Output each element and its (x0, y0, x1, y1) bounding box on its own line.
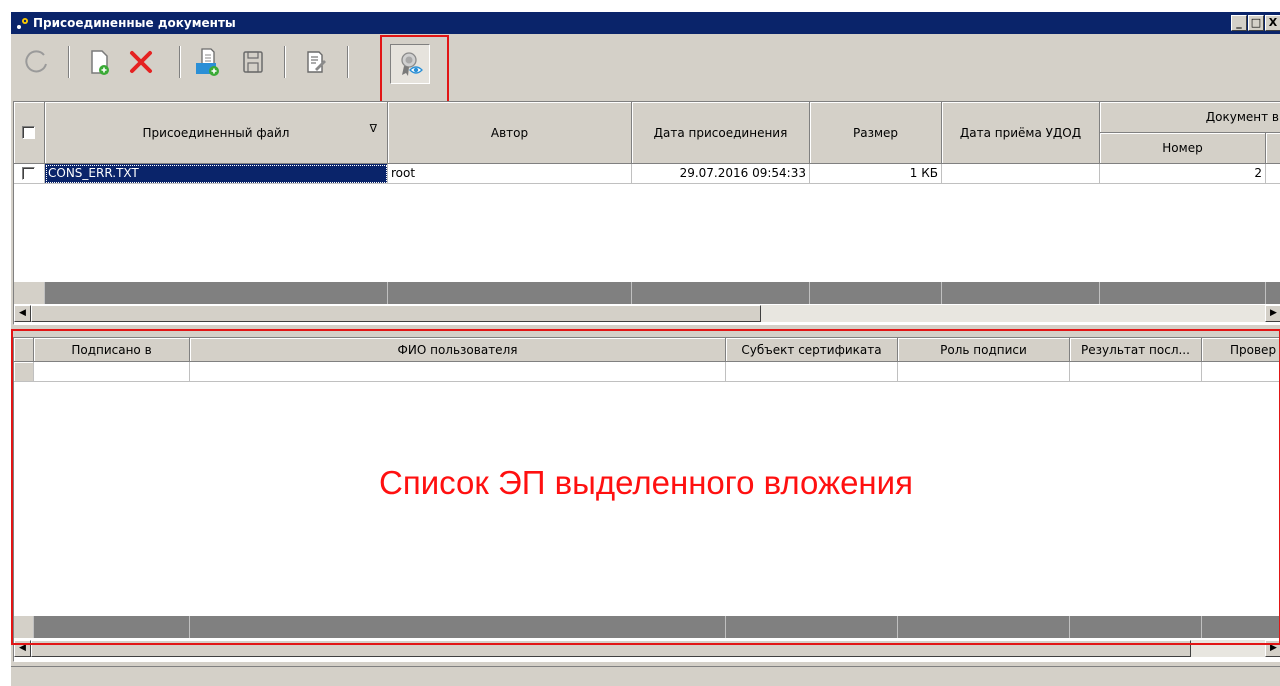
column-label-number: Номер (1162, 141, 1203, 155)
attach-document-icon (196, 48, 219, 76)
column-label-udod-date: Дата приёма УДОД (959, 125, 1082, 140)
app-icon (15, 15, 31, 31)
cell-extra[interactable] (1266, 164, 1280, 184)
column-label-author: Автор (490, 125, 529, 140)
footer-cell (14, 282, 45, 304)
toolbar-separator (284, 46, 286, 78)
column-header-size[interactable]: Размер (810, 102, 942, 164)
column-header-udod-date[interactable]: Дата приёма УДОД (942, 102, 1100, 164)
window-title: Присоединенные документы (33, 16, 236, 30)
edit-button[interactable] (299, 46, 331, 78)
select-all-checkbox[interactable] (22, 126, 35, 139)
close-button[interactable]: X (1265, 15, 1280, 31)
select-all-header[interactable] (14, 102, 45, 164)
footer-cell (388, 282, 632, 304)
toolbar-separator (347, 46, 349, 78)
attached-documents-window: Присоединенные документы _ □ X Присоедин… (10, 11, 1280, 686)
row-checkbox[interactable] (22, 167, 35, 180)
add-document-button[interactable] (83, 46, 115, 78)
footer-cell (942, 282, 1100, 304)
attach-button[interactable] (191, 46, 223, 78)
column-label-size: Размер (852, 125, 899, 140)
column-header-cut[interactable] (1266, 133, 1280, 164)
column-label-attached-date: Дата присоединения (653, 125, 788, 140)
save-icon (243, 51, 263, 73)
annotation-caption: Список ЭП выделенного вложения (379, 464, 913, 501)
column-label-file: Присоединенный файл (142, 125, 290, 140)
scroll-thumb[interactable] (31, 305, 761, 322)
column-header-author[interactable]: Автор (388, 102, 632, 164)
cell-file[interactable]: CONS_ERR.TXT (45, 164, 388, 184)
title-bar[interactable]: Присоединенные документы _ □ X (11, 12, 1280, 34)
edit-document-icon (307, 51, 326, 73)
cell-udod-date[interactable] (942, 164, 1100, 184)
column-header-file[interactable]: Присоединенный файл ∇ (45, 102, 388, 164)
sort-indicator-icon: ∇ (369, 122, 377, 135)
new-document-icon (91, 50, 109, 75)
toolbar (11, 34, 1280, 108)
scroll-left-button[interactable]: ◀ (14, 305, 31, 322)
refresh-button[interactable] (21, 46, 53, 78)
documents-footer-row (14, 282, 1280, 304)
maximize-button[interactable]: □ (1248, 15, 1264, 31)
highlight-frame-button (380, 35, 449, 106)
toolbar-separator (68, 46, 70, 78)
delete-icon (130, 51, 152, 73)
cell-size[interactable]: 1 КБ (810, 164, 942, 184)
cell-author[interactable]: root (388, 164, 632, 184)
footer-cell (632, 282, 810, 304)
column-label-doc-group: Документ в (1205, 110, 1279, 124)
toolbar-separator (179, 46, 181, 78)
column-header-attached-date[interactable]: Дата присоединения (632, 102, 810, 164)
documents-table: Присоединенный файл ∇ Автор Дата присоед… (13, 101, 1280, 325)
row-checkbox-cell[interactable] (14, 164, 45, 184)
cell-number[interactable]: 2 (1100, 164, 1266, 184)
documents-horizontal-scrollbar[interactable]: ◀ ▶ (14, 305, 1280, 322)
cell-attached-date[interactable]: 29.07.2016 09:54:33 (632, 164, 810, 184)
column-header-number[interactable]: Номер (1100, 133, 1266, 164)
column-header-doc-group[interactable]: Документ в (1100, 102, 1280, 133)
scroll-right-button[interactable]: ▶ (1265, 305, 1280, 322)
save-button[interactable] (237, 46, 269, 78)
status-bar (11, 666, 1280, 686)
footer-cell (1100, 282, 1266, 304)
footer-cell (45, 282, 388, 304)
footer-cell (810, 282, 942, 304)
minimize-button[interactable]: _ (1231, 15, 1247, 31)
delete-button[interactable] (125, 46, 157, 78)
refresh-icon (25, 50, 47, 73)
